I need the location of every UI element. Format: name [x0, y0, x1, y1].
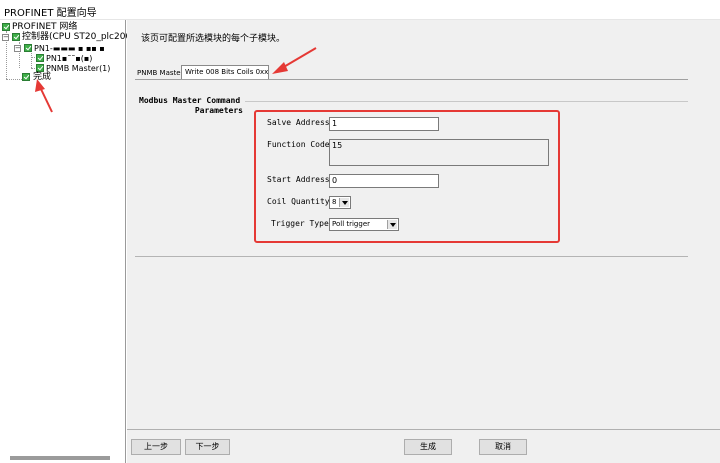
check-icon	[24, 44, 32, 52]
tree-item-finish[interactable]: 完成	[22, 72, 51, 83]
tree-item-label: PN1▪˜˜▪(▪)	[46, 54, 93, 63]
tab-write-coils[interactable]: Write 008 Bits Coils 0xxxx	[181, 65, 269, 79]
section-rule	[245, 101, 688, 102]
slave-address-label: Salve Address	[267, 118, 330, 127]
tree-item-label: 完成	[33, 72, 52, 82]
next-button[interactable]: 下一步	[185, 439, 230, 455]
check-icon	[12, 33, 20, 41]
content-divider	[135, 256, 688, 257]
window-title: PROFINET 配置向导	[4, 8, 97, 19]
coil-quantity-value: 8	[332, 198, 337, 206]
button-bar: 上一步 下一步 生成 取消	[127, 429, 720, 463]
tree-item-label: PN1-▬▬▬ ▪ ▪▪ ▪	[34, 44, 105, 53]
chevron-down-icon[interactable]	[387, 220, 397, 229]
tab-group-label: PNMB Master	[137, 69, 184, 77]
tab-divider	[135, 79, 688, 80]
start-address-input[interactable]: 0	[329, 174, 439, 188]
trigger-type-value: Poll trigger	[332, 220, 371, 228]
cancel-button[interactable]: 取消	[479, 439, 527, 455]
tree-connector	[31, 53, 32, 68]
tree-item-label: PROFINET 网络	[12, 22, 78, 32]
section-title-line1: Modbus Master Command	[139, 96, 241, 105]
tree-item-label: PNMB Master(1)	[46, 64, 111, 73]
section-title-line2: Parameters	[194, 106, 243, 115]
chevron-down-icon[interactable]	[339, 198, 349, 207]
tree-connector	[6, 79, 22, 80]
trigger-type-label: Trigger Type	[271, 219, 329, 228]
horizontal-scrollbar[interactable]	[10, 456, 110, 460]
section-title: Modbus Master Command Parameters	[139, 96, 243, 116]
main-panel: 该页可配置所选模块的每个子模块。 PNMB Master Write 008 B…	[127, 20, 720, 463]
function-code-label: Function Code	[267, 140, 330, 149]
check-icon	[36, 64, 44, 72]
start-address-label: Start Address	[267, 175, 330, 184]
trigger-type-select[interactable]: Poll trigger	[329, 218, 399, 231]
coil-quantity-label: Coil Quantity	[267, 197, 330, 206]
collapse-icon[interactable]: −	[14, 45, 21, 52]
title-bar: PROFINET 配置向导	[0, 0, 720, 20]
check-icon	[22, 73, 30, 81]
check-icon	[2, 23, 10, 31]
slave-address-input[interactable]: 1	[329, 117, 439, 131]
navigation-tree: PROFINET 网络 − 控制器(CPU ST20_plc200smart −…	[0, 20, 157, 463]
check-icon	[36, 54, 44, 62]
function-code-field: 15	[329, 139, 549, 166]
collapse-icon[interactable]: −	[2, 34, 9, 41]
prev-button[interactable]: 上一步	[131, 439, 181, 455]
generate-button[interactable]: 生成	[404, 439, 452, 455]
page-description: 该页可配置所选模块的每个子模块。	[141, 34, 286, 44]
coil-quantity-select[interactable]: 8	[329, 196, 351, 209]
